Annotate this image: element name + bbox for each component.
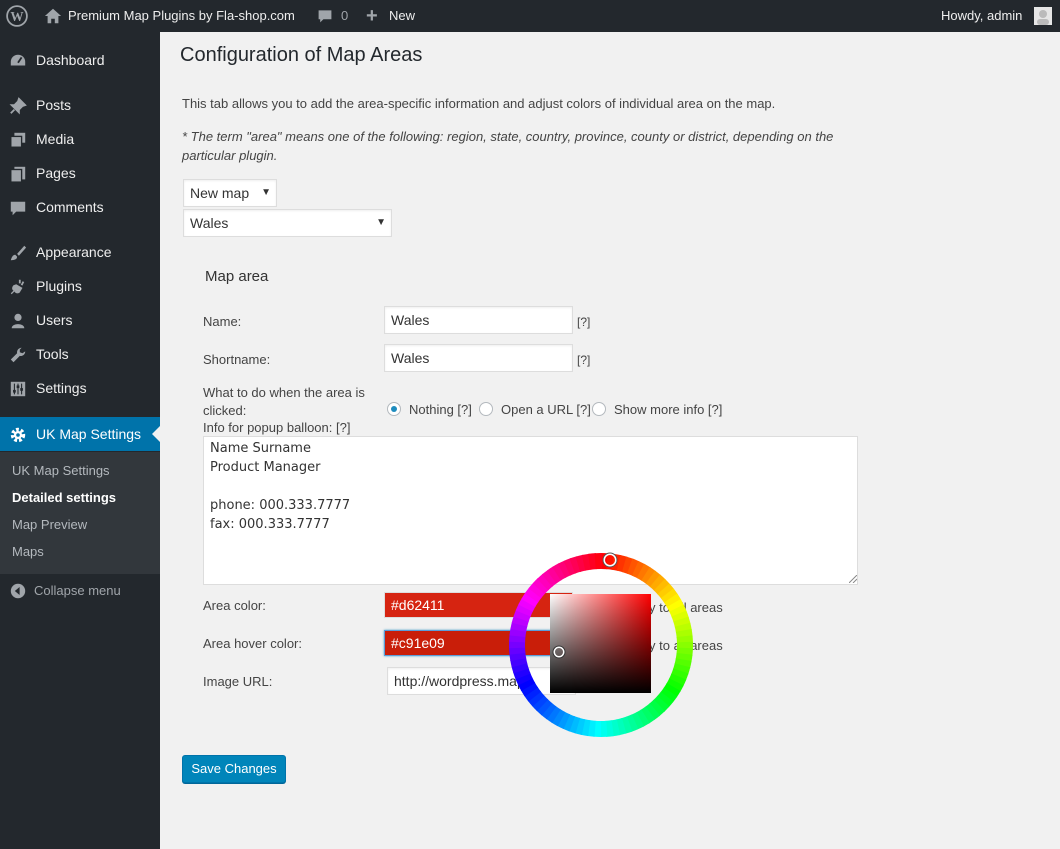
avatar-silhouette-icon <box>1037 10 1049 25</box>
collapse-arrow-icon <box>10 583 26 599</box>
menu-plugins[interactable]: Plugins <box>0 269 160 303</box>
page-title: Configuration of Map Areas <box>180 44 423 66</box>
image-url-label: Image URL: <box>203 674 273 689</box>
intro-text: This tab allows you to add the area-spec… <box>182 96 776 111</box>
radio-nothing[interactable] <box>387 402 401 416</box>
menu-dashboard[interactable]: Dashboard <box>0 43 160 77</box>
avatar[interactable] <box>1034 7 1052 25</box>
radio-open-url[interactable] <box>479 402 493 416</box>
click-action-label: What to do when the area is clicked: <box>203 385 365 418</box>
area-hover-color-label: Area hover color: <box>203 636 302 651</box>
radio-show-more-info[interactable] <box>592 402 606 416</box>
submenu-maps[interactable]: Maps <box>12 544 44 559</box>
shortname-field[interactable]: Wales <box>384 344 573 372</box>
site-title-link[interactable]: Premium Map Plugins by Fla-shop.com <box>68 0 295 32</box>
radio-show-more-info-label[interactable]: Show more info [?] <box>614 402 722 417</box>
admin-sidebar: Dashboard Posts Media Pages Comments App… <box>0 32 160 849</box>
radio-nothing-label[interactable]: Nothing [?] <box>409 402 472 417</box>
menu-settings[interactable]: Settings <box>0 371 160 405</box>
plus-icon[interactable]: + <box>366 0 378 32</box>
menu-label: UK Map Settings <box>36 426 142 442</box>
plug-icon <box>10 279 25 295</box>
map-select[interactable]: New map ▼ <box>183 179 277 207</box>
howdy-user-link[interactable]: Howdy, admin <box>941 0 1022 32</box>
svg-text:W: W <box>10 9 23 24</box>
collapse-menu[interactable]: Collapse menu <box>0 581 160 601</box>
submenu: UK Map Settings Detailed settings Map Pr… <box>0 452 160 574</box>
pin-icon <box>9 97 27 115</box>
menu-media[interactable]: Media <box>0 122 160 156</box>
value-overlay <box>550 594 651 693</box>
area-select[interactable]: Wales ▼ <box>183 209 392 237</box>
submenu-detailed-settings[interactable]: Detailed settings <box>12 490 116 505</box>
comment-icon <box>10 201 26 216</box>
map-select-value: New map <box>190 185 250 201</box>
menu-label: Appearance <box>36 244 112 260</box>
color-picker-popup[interactable] <box>506 550 696 740</box>
menu-posts[interactable]: Posts <box>0 88 160 122</box>
popup-label: Info for popup balloon: [?] <box>203 420 351 435</box>
submenu-uk-map-settings[interactable]: UK Map Settings <box>12 463 110 478</box>
area-color-label: Area color: <box>203 598 266 613</box>
name-label: Name: <box>203 314 242 329</box>
resize-handle-icon[interactable] <box>849 575 857 583</box>
menu-label: Posts <box>36 97 72 113</box>
collapse-label: Collapse menu <box>34 583 121 598</box>
wrench-icon <box>10 347 26 363</box>
menu-label: Pages <box>36 165 76 181</box>
shortname-help-link[interactable]: [?] <box>577 353 590 367</box>
save-changes-button[interactable]: Save Changes <box>182 755 286 783</box>
menu-uk-map-settings[interactable]: UK Map Settings <box>0 417 160 451</box>
menu-users[interactable]: Users <box>0 303 160 337</box>
menu-label: Media <box>36 131 75 147</box>
dropdown-caret-icon: ▼ <box>261 187 271 198</box>
menu-label: Tools <box>36 346 69 362</box>
media-icon <box>10 132 26 148</box>
active-arrow <box>152 426 160 442</box>
fieldset-legend: Map area <box>202 268 272 285</box>
area-term-note: * The term "area" means one of the follo… <box>182 129 834 163</box>
dashboard-icon <box>10 54 26 66</box>
home-icon[interactable] <box>44 7 62 25</box>
dropdown-caret-icon: ▼ <box>376 217 386 228</box>
new-link[interactable]: New <box>389 0 415 32</box>
shortname-label: Shortname: <box>203 352 271 367</box>
menu-tools[interactable]: Tools <box>0 337 160 371</box>
color-wheel[interactable] <box>506 550 696 740</box>
menu-label: Dashboard <box>36 52 105 68</box>
sliders-icon <box>10 381 26 397</box>
menu-appearance[interactable]: Appearance <box>0 235 160 269</box>
wordpress-logo-icon[interactable]: W <box>6 5 28 27</box>
brush-icon <box>10 245 27 261</box>
comment-bubble-icon[interactable] <box>317 8 333 24</box>
radio-open-url-label[interactable]: Open a URL [?] <box>501 402 591 417</box>
name-help-link[interactable]: [?] <box>577 315 590 329</box>
area-select-value: Wales <box>190 215 229 231</box>
menu-label: Settings <box>36 380 87 396</box>
menu-label: Plugins <box>36 278 82 294</box>
admin-bar: W Premium Map Plugins by Fla-shop.com 0 … <box>0 0 1060 32</box>
comments-count[interactable]: 0 <box>341 0 348 32</box>
user-icon <box>11 313 25 329</box>
pages-icon <box>10 166 26 183</box>
menu-label: Users <box>36 312 73 328</box>
menu-pages[interactable]: Pages <box>0 156 160 190</box>
menu-label: Comments <box>36 199 104 215</box>
name-field[interactable]: Wales <box>384 306 573 334</box>
gear-icon <box>10 427 26 443</box>
submenu-map-preview[interactable]: Map Preview <box>12 517 87 532</box>
menu-comments[interactable]: Comments <box>0 190 160 224</box>
